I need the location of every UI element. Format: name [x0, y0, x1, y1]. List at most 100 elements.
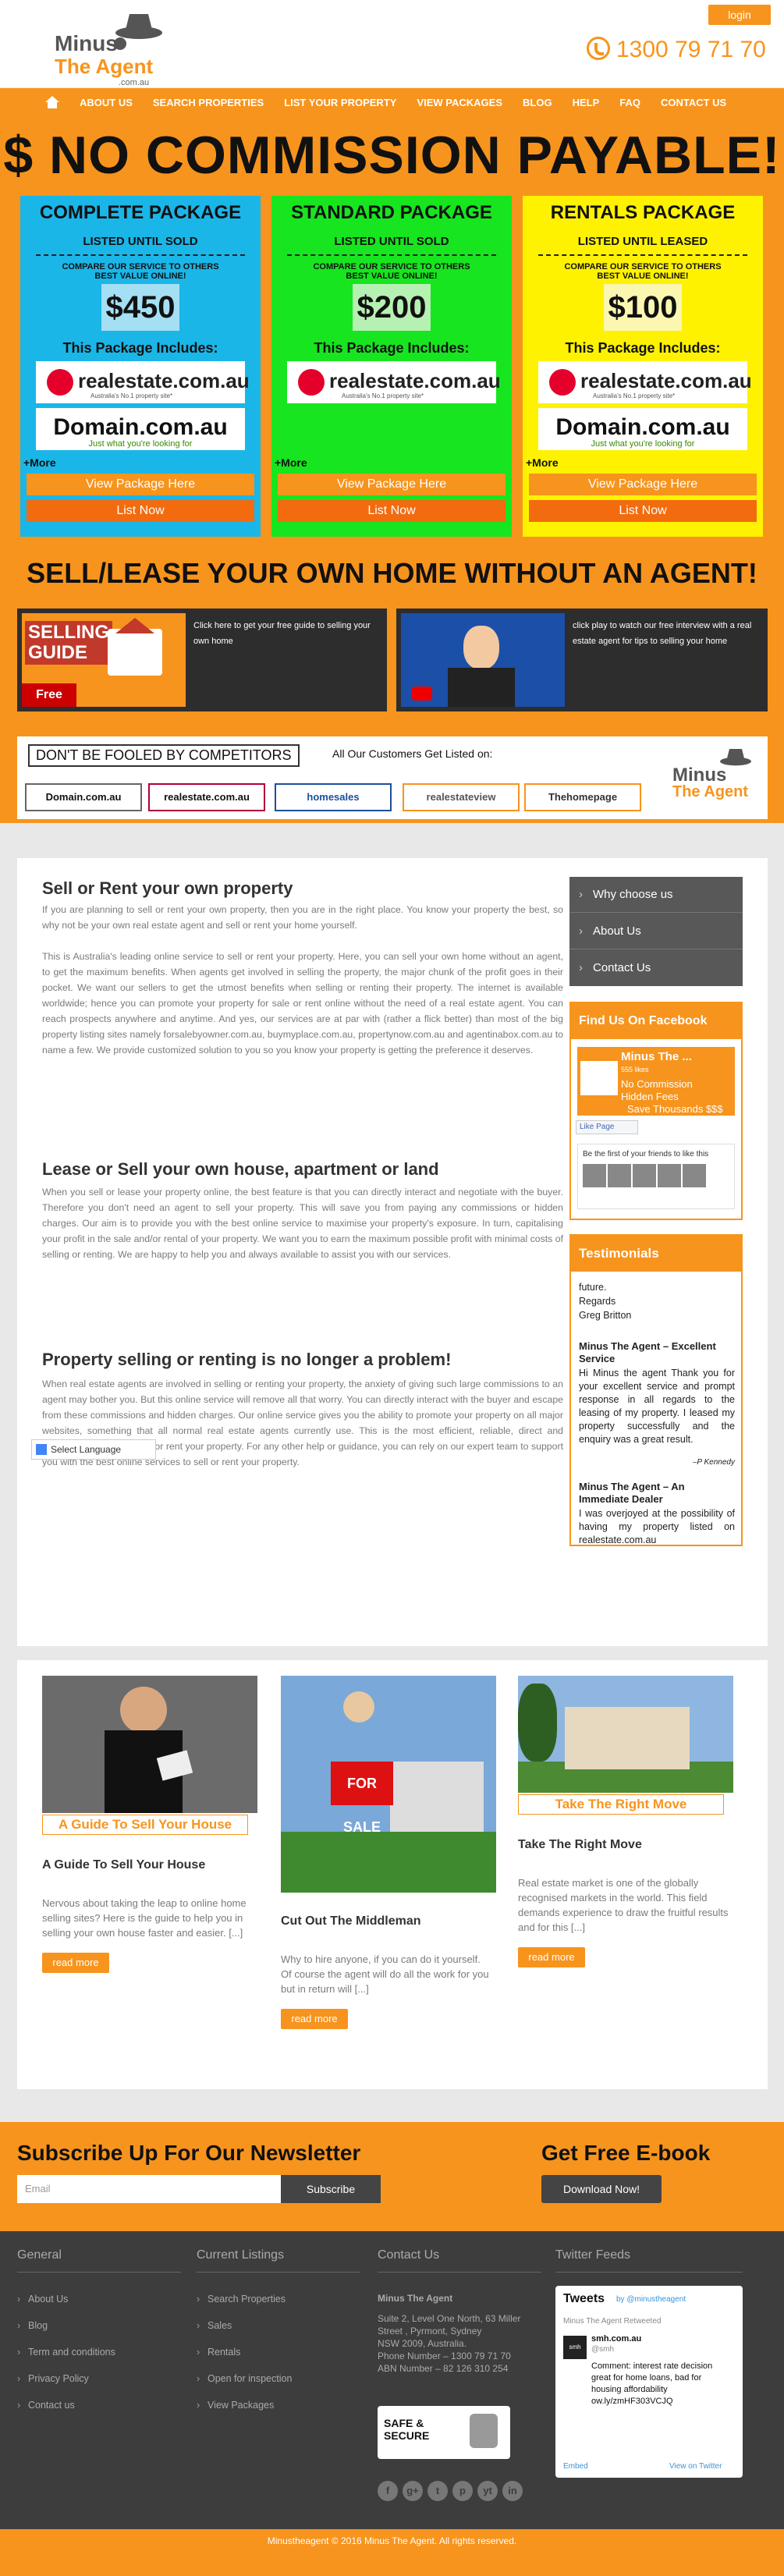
view-package-button[interactable]: View Package Here — [27, 474, 254, 495]
login-button[interactable]: login — [708, 5, 771, 25]
read-more-button[interactable]: read more — [281, 2009, 348, 2029]
logo-line2: The Agent — [55, 55, 154, 78]
tweet-text: Comment: interest rate decision great fo… — [591, 2361, 713, 2406]
section-heading: Sell or Rent your own property — [42, 878, 293, 898]
nav-contact-us[interactable]: CONTACT US — [661, 97, 726, 108]
list-now-button[interactable]: List Now — [278, 500, 506, 522]
blog-title[interactable]: A Guide To Sell Your House — [42, 1858, 257, 1872]
view-package-button[interactable]: View Package Here — [529, 474, 757, 495]
nav-faq[interactable]: FAQ — [619, 97, 640, 108]
ebook-heading: Get Free E-book — [541, 2141, 711, 2165]
sidebar-item-contact-us[interactable]: Contact Us — [569, 950, 743, 986]
footer-link[interactable]: Privacy Policy — [17, 2373, 89, 2384]
language-selector[interactable]: Select Language — [31, 1439, 156, 1460]
compare-line2: BEST VALUE ONLINE! — [346, 271, 438, 281]
video-thumbnail[interactable] — [401, 613, 565, 707]
package-card-complete: COMPLETE PACKAGE LISTED UNTIL SOLD COMPA… — [17, 193, 264, 540]
tweet-user[interactable]: smh.com.au — [591, 2334, 641, 2344]
linkedin-icon[interactable]: in — [502, 2481, 523, 2501]
youtube-icon[interactable]: yt — [477, 2481, 498, 2501]
nav-about-us[interactable]: ABOUT US — [80, 97, 133, 108]
video-interview-banner[interactable]: click play to watch our free interview w… — [396, 609, 768, 711]
testimonial-text: future. — [579, 1282, 607, 1293]
fooled-title: DON'T BE FOOLED BY COMPETITORS — [28, 744, 300, 767]
contact-phone: Phone Number – 1300 79 71 70 — [378, 2351, 511, 2361]
facebook-icon[interactable]: f — [378, 2481, 398, 2501]
blog-caption: A Guide To Sell Your House — [42, 1815, 248, 1835]
compare-line1: COMPARE OUR SERVICE TO OTHERS — [313, 262, 470, 271]
embed-link[interactable]: Embed — [563, 2462, 588, 2471]
free-badge: Free — [22, 683, 76, 707]
compare-line2: BEST VALUE ONLINE! — [597, 271, 689, 281]
read-more-button[interactable]: read more — [42, 1953, 109, 1973]
footer-link[interactable]: Rentals — [197, 2347, 240, 2358]
section-paragraph: This is Australia's leading online servi… — [42, 951, 563, 1056]
more-link[interactable]: +More — [23, 456, 257, 469]
package-subtitle: LISTED UNTIL LEASED — [577, 235, 708, 248]
package-compare: COMPARE OUR SERVICE TO OTHERS BEST VALUE … — [20, 262, 261, 281]
footer-contact-heading: Contact Us — [378, 2248, 440, 2262]
pinterest-icon[interactable]: p — [452, 2481, 473, 2501]
package-includes: This Package Includes: — [62, 340, 218, 356]
video-text[interactable]: click play to watch our free interview w… — [573, 618, 752, 649]
facebook-page-name[interactable]: Minus The ... — [621, 1050, 692, 1063]
tweet-handle[interactable]: @smh — [591, 2345, 614, 2354]
download-button[interactable]: Download Now! — [541, 2175, 662, 2203]
more-link[interactable]: +More — [526, 456, 760, 469]
nav-search-properties[interactable]: SEARCH PROPERTIES — [153, 97, 264, 108]
footer-link[interactable]: Contact us — [17, 2400, 75, 2411]
realestate-logo: realestate.com.au Australia's No.1 proper… — [36, 361, 250, 403]
footer-link[interactable]: Sales — [197, 2320, 232, 2331]
agent-body — [448, 668, 515, 707]
list-now-button[interactable]: List Now — [529, 500, 757, 522]
facebook-avatar[interactable] — [580, 1061, 618, 1095]
google-plus-icon[interactable]: g+ — [403, 2481, 423, 2501]
blog-image[interactable] — [42, 1676, 257, 1813]
footer-link[interactable]: Open for inspection — [197, 2373, 292, 2384]
section-heading: Property selling or renting is no longer… — [42, 1350, 452, 1369]
blog-excerpt: Real estate market is one of the globall… — [518, 1877, 729, 1933]
facebook-first-text: Be the first of your friends to like thi… — [583, 1150, 709, 1158]
sidebar-item-about-us[interactable]: About Us — [569, 914, 743, 949]
footer-link[interactable]: Search Properties — [197, 2294, 286, 2305]
more-link[interactable]: +More — [275, 456, 509, 469]
site-logo[interactable]: Minus The Agent .com.au — [55, 9, 164, 87]
play-icon[interactable] — [412, 687, 432, 701]
tweet-avatar[interactable]: smh — [563, 2336, 587, 2359]
phone-number[interactable]: 1300 79 71 70 — [587, 34, 766, 66]
blog-title[interactable]: Cut Out The Middleman — [281, 1914, 496, 1928]
facebook-heading: Find Us On Facebook — [571, 1003, 741, 1039]
nav-view-packages[interactable]: VIEW PACKAGES — [417, 97, 502, 108]
blog-image[interactable] — [518, 1676, 733, 1793]
brand-thehomepage: Thehomepage — [524, 783, 641, 811]
subscribe-button[interactable]: Subscribe — [281, 2175, 381, 2203]
view-on-twitter-link[interactable]: View on Twitter — [669, 2462, 722, 2471]
compare-line1: COMPARE OUR SERVICE TO OTHERS — [564, 262, 722, 271]
twitter-icon[interactable]: t — [427, 2481, 448, 2501]
tweets-by[interactable]: by @minustheagent — [616, 2295, 686, 2304]
facebook-cover[interactable]: Minus The ... 555 likes No Commission Hi… — [577, 1047, 735, 1116]
footer-link[interactable]: View Packages — [197, 2400, 274, 2411]
selling-guide-image[interactable]: SELLING GUIDE Free — [22, 613, 186, 707]
nav-help[interactable]: HELP — [573, 97, 600, 108]
free-guide-banner[interactable]: SELLING GUIDE Free Click here to get your… — [17, 609, 387, 711]
blog-image[interactable]: FOR SALE — [281, 1676, 496, 1893]
blog-title[interactable]: Take The Right Move — [518, 1838, 733, 1852]
footer-link[interactable]: About Us — [17, 2294, 68, 2305]
testimonial-name: Greg Britton — [579, 1310, 632, 1321]
package-title: RENTALS PACKAGE — [550, 202, 736, 223]
sidebar-item-why-choose-us[interactable]: Why choose us — [569, 877, 743, 913]
read-more-button[interactable]: read more — [518, 1947, 585, 1967]
email-field[interactable]: Email — [17, 2175, 282, 2203]
footer-link[interactable]: Term and conditions — [17, 2347, 115, 2358]
nav-blog[interactable]: BLOG — [523, 97, 552, 108]
guide-text[interactable]: Click here to get your free guide to sel… — [193, 618, 373, 649]
footer-link[interactable]: Blog — [17, 2320, 48, 2331]
home-icon[interactable] — [45, 96, 59, 108]
nav-list-your-property[interactable]: LIST YOUR PROPERTY — [284, 97, 396, 108]
package-compare: COMPARE OUR SERVICE TO OTHERS BEST VALUE … — [271, 262, 512, 281]
view-package-button[interactable]: View Package Here — [278, 474, 506, 495]
testimonial-author: –P Kennedy — [692, 1458, 735, 1467]
facebook-like-button[interactable]: Like Page — [576, 1120, 638, 1134]
list-now-button[interactable]: List Now — [27, 500, 254, 522]
